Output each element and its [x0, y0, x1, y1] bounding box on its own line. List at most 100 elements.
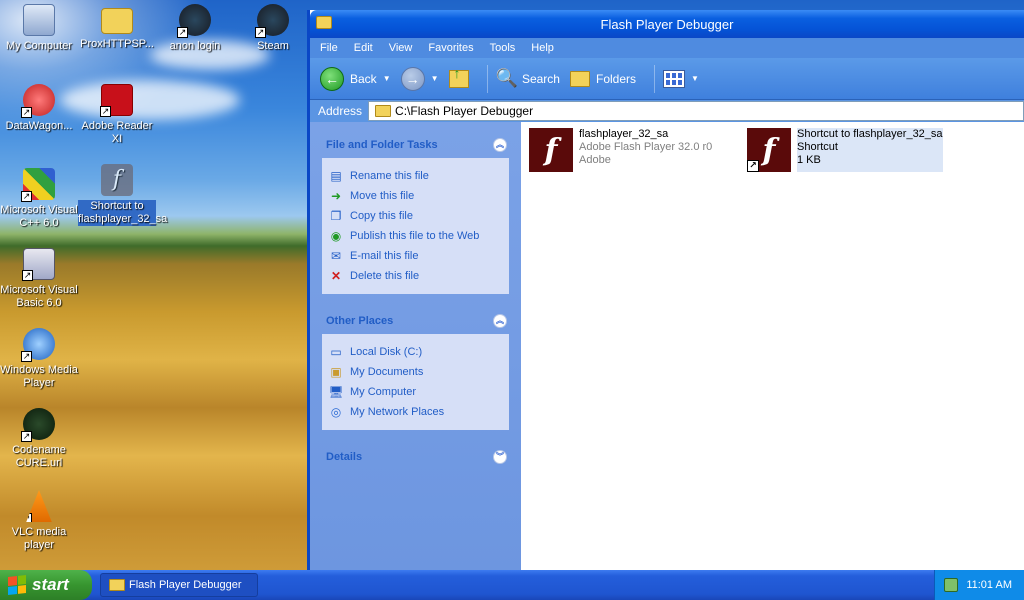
task-rename[interactable]: ▤ Rename this file	[328, 166, 503, 186]
flash-icon: f	[529, 128, 573, 172]
tray-app-icon[interactable]	[944, 578, 959, 592]
desktop-icon-label: VLC media player	[11, 526, 67, 551]
menu-tools[interactable]: Tools	[490, 42, 516, 54]
desktop-icon-datawagon[interactable]: ↗ DataWagon...	[0, 84, 78, 133]
back-button[interactable]: ← Back ▼	[320, 66, 391, 91]
file-item[interactable]: f flashplayer_32_sa Adobe Flash Player 3…	[529, 128, 712, 172]
address-input[interactable]: C:\Flash Player Debugger	[368, 101, 1024, 121]
place-my-computer[interactable]: 🖥 My Computer	[328, 382, 503, 402]
folders-label: Folders	[595, 71, 636, 86]
desktop-icon-codename-cure[interactable]: ↗ Codename CURE.url	[0, 408, 78, 470]
desktop-icon-flash-shortcut[interactable]: f Shortcut to flashplayer_32_sa	[78, 164, 167, 226]
system-tray: 11:01 AM	[934, 570, 1024, 600]
globe-icon: ◉	[330, 229, 342, 243]
place-network[interactable]: ◎ My Network Places	[328, 402, 503, 422]
desktop-icon-label: Microsoft Visual Basic 6.0	[0, 284, 78, 309]
desktop-icon-my-computer[interactable]: My Computer	[0, 4, 78, 53]
desktop-icon-label: Windows Media Player	[0, 364, 78, 389]
details-panel: Details ︾	[322, 446, 509, 470]
network-icon: ◎	[330, 405, 342, 419]
explorer-window: Flash Player Debugger File Edit View Fav…	[307, 10, 1024, 572]
task-delete[interactable]: ✕ Delete this file	[328, 266, 503, 286]
steam-icon: ↗	[255, 4, 289, 38]
chevron-down-icon[interactable]: ▼	[383, 74, 391, 83]
my-computer-icon	[23, 4, 55, 36]
back-arrow-icon: ←	[320, 66, 344, 91]
adobe-reader-icon: ↗	[100, 84, 133, 117]
file-company: Adobe	[579, 154, 611, 166]
views-button[interactable]: ▼	[663, 69, 699, 88]
clock[interactable]: 11:01 AM	[966, 579, 1012, 591]
desktop-icon-label: Microsoft Visual C++ 6.0	[0, 204, 78, 229]
toolbar-separator	[654, 64, 655, 93]
email-icon: ✉	[330, 249, 342, 263]
flash-icon: f	[101, 164, 133, 196]
chevron-down-icon[interactable]: ▼	[691, 74, 699, 83]
place-label: My Computer	[350, 386, 417, 398]
copy-icon: ❐	[330, 209, 342, 223]
taskbar-window-button[interactable]: Flash Player Debugger	[100, 573, 258, 597]
title-bar[interactable]: Flash Player Debugger	[310, 10, 1024, 38]
flash-glyph: f	[544, 132, 558, 168]
desktop-icon-vlc[interactable]: ↗ VLC media player	[0, 490, 78, 552]
desktop-icon-label: Steam	[257, 40, 289, 52]
start-button[interactable]: start	[0, 570, 92, 600]
toolbar: ← Back ▼ → ▼ ↑ 🔍 Search Folders ▼	[310, 58, 1024, 100]
place-my-documents[interactable]: ▣ My Documents	[328, 362, 503, 382]
task-label: Rename this file	[350, 170, 429, 182]
desktop-icon-label: DataWagon...	[5, 120, 73, 132]
panel-header[interactable]: Other Places ︽	[322, 310, 509, 334]
media-player-icon: ↗	[21, 328, 55, 362]
desktop-icon-visual-cpp[interactable]: ↗ Microsoft Visual C++ 6.0	[0, 168, 78, 230]
visual-cpp-icon: ↗	[21, 168, 55, 202]
task-publish[interactable]: ◉ Publish this file to the Web	[328, 226, 503, 246]
move-icon: ➜	[330, 189, 342, 203]
task-copy[interactable]: ❐ Copy this file	[328, 206, 503, 226]
chevron-down-icon[interactable]: ▼	[431, 74, 439, 83]
codename-cure-icon: ↗	[21, 408, 55, 442]
menu-help[interactable]: Help	[531, 42, 554, 54]
folder-icon	[109, 579, 125, 591]
panel-header[interactable]: Details ︾	[322, 446, 509, 470]
desktop-icon-label: My Computer	[5, 40, 73, 52]
task-label: Publish this file to the Web	[350, 230, 480, 242]
file-type: Shortcut	[797, 141, 838, 153]
collapse-icon[interactable]: ︽	[493, 314, 507, 328]
back-label: Back	[350, 71, 377, 86]
forward-arrow-icon: →	[400, 66, 425, 91]
expand-icon[interactable]: ︾	[493, 450, 507, 464]
menu-edit[interactable]: Edit	[354, 42, 373, 54]
desktop-icon-visual-basic[interactable]: ↗ Microsoft Visual Basic 6.0	[0, 248, 78, 310]
panel-title: Details	[326, 451, 363, 463]
folders-button[interactable]: Folders	[569, 70, 636, 87]
search-button[interactable]: 🔍 Search	[496, 68, 560, 89]
up-button[interactable]: ↑	[448, 65, 469, 88]
file-item[interactable]: f ↗ Shortcut to flashplayer_32_sa Shortcu…	[747, 128, 943, 172]
panel-header[interactable]: File and Folder Tasks ︽	[322, 134, 509, 158]
menu-favorites[interactable]: Favorites	[428, 42, 473, 54]
window-body: File and Folder Tasks ︽ ▤ Rename this fil…	[310, 122, 1024, 572]
steam-icon: ↗	[177, 4, 211, 38]
desktop-icon-steam[interactable]: ↗ Steam	[234, 4, 312, 53]
start-label: start	[32, 575, 69, 594]
menu-view[interactable]: View	[389, 42, 413, 54]
desktop-icon-anon-login[interactable]: ↗ anon login	[156, 4, 234, 53]
task-email[interactable]: ✉ E-mail this file	[328, 246, 503, 266]
desktop-icon-label: anon login	[169, 40, 221, 52]
task-move[interactable]: ➜ Move this file	[328, 186, 503, 206]
desktop-icon-proxhttpsp[interactable]: ProxHTTPSP...	[78, 4, 156, 51]
file-name: Shortcut to flashplayer_32_sa	[797, 128, 943, 140]
desktop-icon-adobe-reader[interactable]: ↗ Adobe Reader XI	[78, 84, 156, 146]
file-description: Adobe Flash Player 32.0 r0	[579, 141, 713, 153]
place-local-disk[interactable]: ▭ Local Disk (C:)	[328, 342, 503, 362]
forward-button[interactable]: → ▼	[400, 66, 439, 91]
search-icon: 🔍	[495, 68, 518, 88]
folder-up-icon: ↑	[448, 65, 469, 88]
file-folder-tasks-panel: File and Folder Tasks ︽ ▤ Rename this fil…	[322, 134, 509, 294]
vlc-icon: ↗	[26, 490, 52, 522]
rename-icon: ▤	[330, 169, 342, 183]
collapse-icon[interactable]: ︽	[493, 138, 507, 152]
menu-file[interactable]: File	[320, 42, 338, 54]
panel-title: File and Folder Tasks	[326, 139, 438, 151]
desktop-icon-media-player[interactable]: ↗ Windows Media Player	[0, 328, 78, 390]
